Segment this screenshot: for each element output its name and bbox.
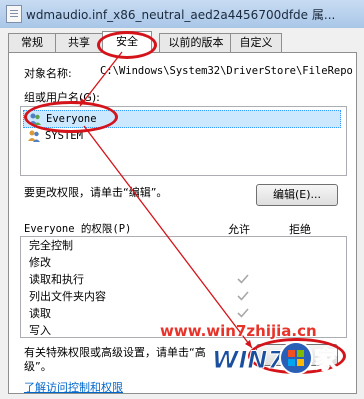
permission-name: 读取和执行	[29, 273, 84, 286]
window-title-bar[interactable]: wdmaudio.inf_x86_neutral_aed2a4456700dfd…	[0, 0, 364, 29]
permissions-label: Everyone 的权限(P)	[24, 223, 132, 235]
logo-win-text: WIN7	[212, 346, 284, 374]
allow-check-icon	[237, 308, 249, 318]
allow-check-icon	[237, 291, 249, 301]
group-label: 组或用户名(G):	[24, 91, 100, 104]
logo-suffix-text: 家	[314, 346, 338, 374]
watermark-url: www.win7zhijia.cn	[160, 322, 317, 340]
deny-header: 拒绝	[289, 223, 311, 236]
user-name: Everyone	[46, 113, 97, 125]
tab-general[interactable]: 常规	[8, 33, 56, 52]
user-name: SYSTEM	[45, 130, 83, 142]
object-name-value: C:\Windows\System32\DriverStore\FileRepo	[100, 65, 353, 77]
permission-name: 写入	[29, 324, 51, 337]
allow-check-icon	[237, 274, 249, 284]
permission-name: 完全控制	[29, 239, 73, 252]
permission-row: 列出文件夹内容	[29, 288, 329, 305]
win7-logo: WIN7 家	[212, 341, 339, 375]
object-name-label: 对象名称:	[24, 67, 72, 80]
user-listbox[interactable]: Everyone SYSTEM	[20, 106, 347, 176]
tab-sharing[interactable]: 共享	[55, 33, 103, 52]
permission-row: 完全控制	[29, 237, 329, 254]
user-row-system[interactable]: SYSTEM	[23, 128, 341, 144]
permission-name: 列出文件夹内容	[29, 290, 106, 303]
tab-previous-versions[interactable]: 以前的版本	[159, 33, 233, 52]
tab-security[interactable]: 安全	[102, 31, 152, 53]
special-hint-line2: 级”。	[24, 360, 52, 373]
users-group-icon	[28, 130, 40, 142]
users-group-icon	[29, 113, 41, 125]
access-control-link[interactable]: 了解访问控制和权限	[24, 379, 123, 395]
permission-name: 修改	[29, 256, 51, 269]
allow-header: 允许	[228, 223, 250, 236]
permission-row: 读取	[29, 305, 329, 322]
window-title: wdmaudio.inf_x86_neutral_aed2a4456700dfd…	[26, 8, 336, 22]
permission-row: 读取和执行	[29, 271, 329, 288]
document-icon	[6, 5, 22, 23]
edit-button[interactable]: 编辑(E)...	[256, 184, 338, 206]
permission-name: 读取	[29, 307, 51, 320]
permission-row: 修改	[29, 254, 329, 271]
tab-customize[interactable]: 自定义	[230, 33, 282, 52]
user-row-everyone[interactable]: Everyone	[23, 110, 341, 128]
change-hint: 要更改权限，请单击“编辑”。	[24, 186, 168, 199]
